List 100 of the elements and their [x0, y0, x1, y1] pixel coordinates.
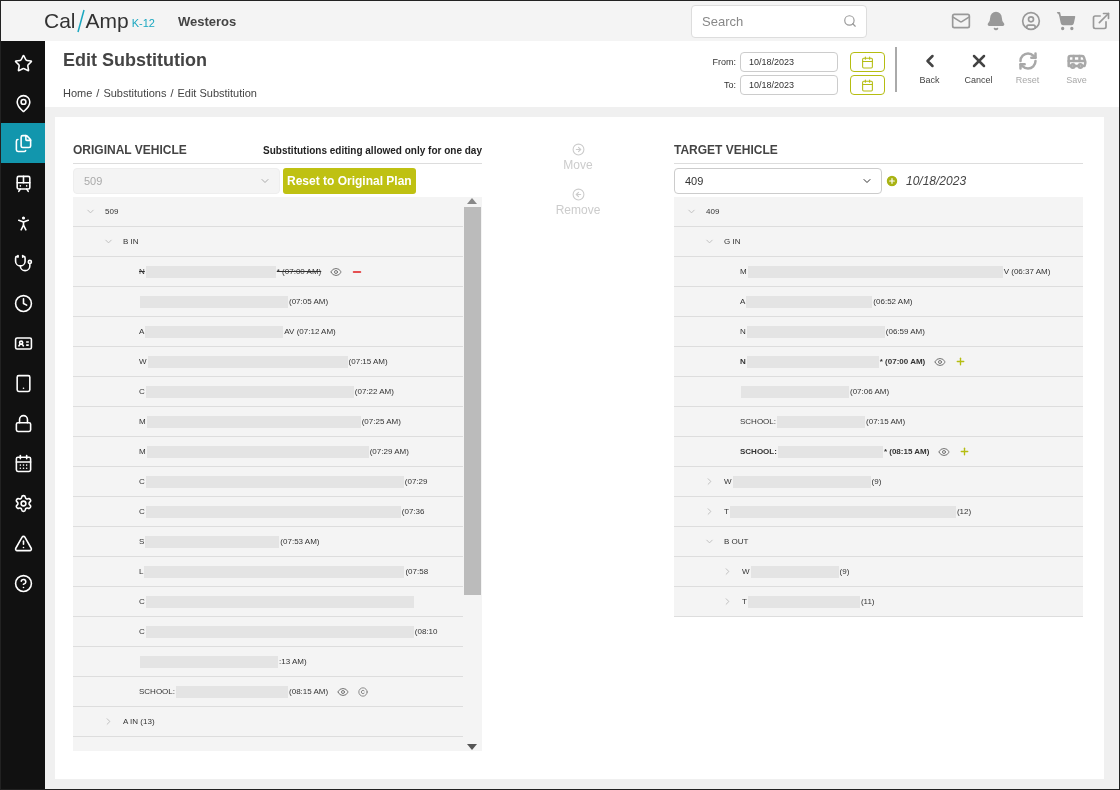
- stop-time: (07:06 AM): [850, 387, 890, 396]
- stop-row[interactable]: A AV (07:12 AM): [73, 317, 463, 347]
- page-title: Edit Substitution: [63, 50, 208, 71]
- tree-row[interactable]: B IN: [73, 227, 463, 257]
- panel-title: TARGET VEHICLE: [674, 143, 778, 157]
- copyright-icon[interactable]: [358, 686, 369, 697]
- group-count: (11): [860, 597, 875, 606]
- star-icon: [13, 53, 33, 73]
- tree-row[interactable]: W (9): [674, 557, 1083, 587]
- calendar-icon: [13, 453, 33, 473]
- eye-icon[interactable]: [934, 355, 947, 368]
- stop-label: SCHOOL:: [740, 417, 776, 426]
- tree-row[interactable]: T (12): [674, 497, 1083, 527]
- refresh-icon: [1017, 51, 1038, 71]
- date-label: From:: [711, 57, 736, 67]
- stop-row[interactable]: C: [73, 587, 463, 617]
- stop-time: (06:52 AM): [873, 297, 913, 306]
- calendar-button[interactable]: [850, 52, 885, 72]
- stop-time: (07:22 AM): [354, 387, 394, 396]
- stop-row[interactable]: M (07:25 AM): [73, 407, 463, 437]
- tree-row[interactable]: G IN: [674, 227, 1083, 257]
- eye-icon[interactable]: [330, 265, 343, 278]
- eye-icon[interactable]: [938, 445, 951, 458]
- stop-row[interactable]: L (07:58: [73, 557, 463, 587]
- breadcrumb-link[interactable]: Edit Substitution: [177, 87, 257, 99]
- stop-row[interactable]: N * (07:00 AM): [674, 347, 1083, 377]
- stop-row[interactable]: W (07:15 AM): [73, 347, 463, 377]
- tree-row[interactable]: A IN (13): [73, 707, 463, 737]
- tree-row[interactable]: W (9): [674, 467, 1083, 497]
- stop-row[interactable]: SCHOOL: * (08:15 AM): [674, 437, 1083, 467]
- stop-row[interactable]: SCHOOL: (07:15 AM): [674, 407, 1083, 437]
- panel-title: ORIGINAL VEHICLE: [73, 143, 187, 157]
- stethoscope-icon: [13, 253, 33, 273]
- stop-time: (07:15 AM): [866, 417, 906, 426]
- breadcrumb-separator: /: [96, 87, 100, 99]
- breadcrumb-link[interactable]: Home: [63, 87, 93, 99]
- group-count: (9): [839, 567, 850, 576]
- eye-icon[interactable]: [337, 685, 350, 698]
- stop-time: (06:59 AM): [885, 327, 925, 336]
- stop-time: * (07:00 AM): [879, 357, 926, 366]
- stop-time: (07:53 AM): [280, 537, 320, 546]
- stop-row[interactable]: :13 AM): [73, 647, 463, 677]
- toolbar-button[interactable]: Back: [905, 51, 954, 93]
- group-count: (12): [956, 507, 972, 516]
- stop-label: W: [139, 357, 147, 366]
- search-icon[interactable]: [843, 13, 857, 28]
- scrollbar[interactable]: [463, 197, 481, 751]
- tree-row[interactable]: 509: [73, 197, 463, 227]
- stop-label: SCHOOL:: [139, 687, 175, 696]
- group-label: T: [742, 597, 747, 606]
- stop-row[interactable]: C (07:36: [73, 497, 463, 527]
- date-field[interactable]: 10/18/2023: [740, 75, 838, 95]
- date-field[interactable]: 10/18/2023: [740, 52, 838, 72]
- stop-row[interactable]: C (07:29: [73, 467, 463, 497]
- scroll-up-icon[interactable]: [467, 197, 477, 205]
- cart-icon[interactable]: [1056, 11, 1076, 31]
- stop-row[interactable]: SCHOOL: (08:15 AM): [73, 677, 463, 707]
- external-link-icon[interactable]: [1091, 11, 1111, 31]
- scroll-down-icon[interactable]: [467, 743, 477, 751]
- tram-icon: [13, 173, 33, 193]
- stop-label: C: [139, 387, 145, 396]
- stop-row[interactable]: (07:05 AM): [73, 287, 463, 317]
- vehicle-select[interactable]: 409: [674, 168, 882, 194]
- tree-row[interactable]: T (11): [674, 587, 1083, 617]
- stop-row[interactable]: C (08:10: [73, 617, 463, 647]
- stop-row[interactable]: (07:06 AM): [674, 377, 1083, 407]
- group-label: 509: [105, 207, 119, 216]
- stop-row[interactable]: M V (06:37 AM): [674, 257, 1083, 287]
- toolbar-button[interactable]: Cancel: [954, 51, 1003, 93]
- stop-time: * (07:00 AM): [276, 267, 322, 276]
- stop-row[interactable]: A (06:52 AM): [674, 287, 1083, 317]
- stop-label: C: [139, 477, 145, 486]
- stop-label: N: [740, 357, 746, 366]
- user-icon[interactable]: [1021, 11, 1041, 31]
- mail-icon[interactable]: [951, 11, 971, 31]
- calendar-icon: [861, 78, 874, 92]
- bell-icon[interactable]: [986, 11, 1006, 31]
- calendar-button[interactable]: [850, 75, 885, 95]
- group-label: B OUT: [724, 537, 749, 546]
- plus-icon[interactable]: [955, 356, 967, 367]
- stop-label: N: [740, 327, 746, 336]
- arrow-right-icon: [571, 143, 585, 156]
- stop-row[interactable]: S (07:53 AM): [73, 527, 463, 557]
- stop-label: M: [139, 447, 146, 456]
- add-icon[interactable]: [885, 174, 899, 188]
- tree-row[interactable]: B OUT: [674, 527, 1083, 557]
- stop-row[interactable]: M (07:29 AM): [73, 437, 463, 467]
- organization-name: Westeros: [177, 13, 237, 29]
- stop-row[interactable]: C (07:22 AM): [73, 377, 463, 407]
- group-label: 409: [706, 207, 720, 216]
- plus-icon[interactable]: [959, 446, 971, 457]
- stop-time: :13 AM): [279, 657, 307, 666]
- search-field[interactable]: Search: [691, 4, 867, 38]
- tree-row[interactable]: 409: [674, 197, 1083, 227]
- stop-time: (08:10: [414, 627, 438, 636]
- lock-icon: [13, 413, 33, 433]
- stop-row[interactable]: N * (07:00 AM): [73, 257, 463, 287]
- breadcrumb-link[interactable]: Substitutions: [103, 87, 167, 99]
- stop-row[interactable]: N (06:59 AM): [674, 317, 1083, 347]
- stop-label: C: [139, 597, 145, 606]
